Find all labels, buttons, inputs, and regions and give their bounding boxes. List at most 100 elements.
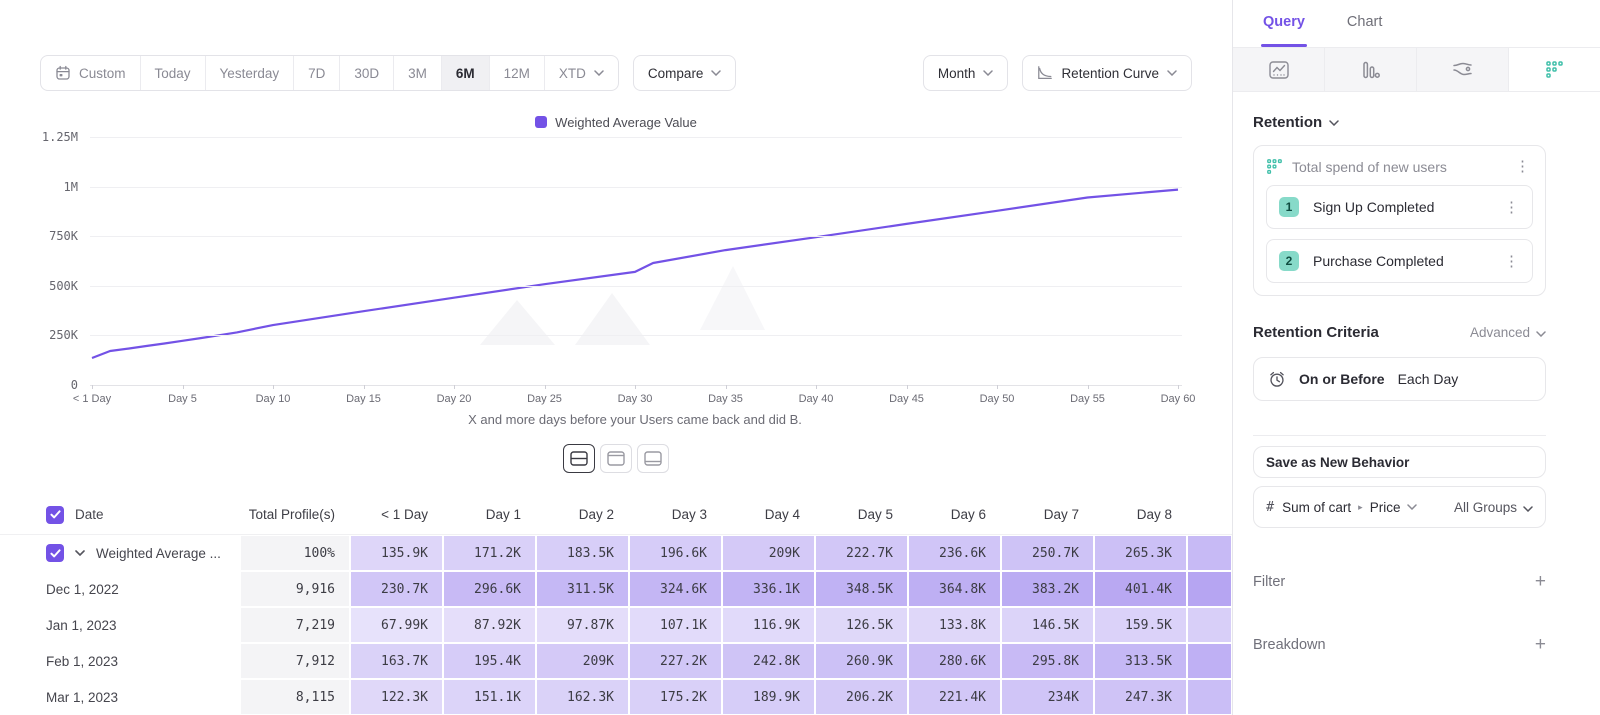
- retention-value-cell[interactable]: 146.5K: [1001, 607, 1094, 643]
- date-row-label[interactable]: Jan 1, 2023: [0, 607, 240, 643]
- property-dropdown[interactable]: Sum of cart ▸ Price: [1282, 500, 1446, 515]
- retention-value-cell[interactable]: 206.2K: [815, 679, 908, 715]
- column-header[interactable]: Day 6: [908, 495, 1001, 534]
- retention-value-cell[interactable]: 401.4K: [1094, 571, 1187, 607]
- retention-value-cell[interactable]: 336.1K: [722, 571, 815, 607]
- retention-value-cell[interactable]: 135.9K: [350, 535, 443, 571]
- add-breakdown-button[interactable]: +: [1535, 635, 1546, 654]
- retention-value-cell-clipped[interactable]: [1187, 607, 1232, 643]
- retention-value-cell[interactable]: 221.4K: [908, 679, 1001, 715]
- advanced-dropdown[interactable]: Advanced: [1470, 325, 1546, 340]
- retention-value-cell[interactable]: 311.5K: [536, 571, 629, 607]
- retention-value-cell[interactable]: 313.5K: [1094, 643, 1187, 679]
- retention-value-cell[interactable]: 209K: [722, 535, 815, 571]
- total-profiles-cell[interactable]: 9,916: [240, 571, 350, 607]
- retention-value-cell[interactable]: 260.9K: [815, 643, 908, 679]
- behavior-title[interactable]: Total spend of new users: [1292, 159, 1503, 175]
- insights-report-tab[interactable]: [1233, 48, 1325, 91]
- retention-report-tab[interactable]: [1509, 48, 1600, 91]
- retention-value-cell[interactable]: 116.9K: [722, 607, 815, 643]
- retention-value-cell[interactable]: 227.2K: [629, 643, 722, 679]
- retention-value-cell[interactable]: 230.7K: [350, 571, 443, 607]
- range-custom-button[interactable]: Custom: [41, 56, 141, 90]
- date-row-label[interactable]: Dec 1, 2022: [0, 571, 240, 607]
- total-profiles-cell[interactable]: 7,912: [240, 643, 350, 679]
- retention-value-cell[interactable]: 364.8K: [908, 571, 1001, 607]
- date-row-label[interactable]: Feb 1, 2023: [0, 643, 240, 679]
- retention-value-cell[interactable]: 324.6K: [629, 571, 722, 607]
- retention-value-cell[interactable]: 159.5K: [1094, 607, 1187, 643]
- expand-chevron-icon[interactable]: [75, 550, 85, 556]
- retention-value-cell[interactable]: 67.99K: [350, 607, 443, 643]
- chart-legend[interactable]: Weighted Average Value: [0, 114, 1232, 130]
- table-view-split-rows-button[interactable]: [563, 444, 595, 473]
- retention-value-cell[interactable]: 126.5K: [815, 607, 908, 643]
- retention-value-cell[interactable]: 195.4K: [443, 643, 536, 679]
- retention-value-cell[interactable]: 87.92K: [443, 607, 536, 643]
- retention-value-cell-clipped[interactable]: [1187, 643, 1232, 679]
- granularity-button[interactable]: Month: [923, 55, 1009, 91]
- column-header[interactable]: Total Profile(s): [240, 495, 350, 534]
- range-yesterday-button[interactable]: Yesterday: [206, 56, 295, 90]
- criteria-condition[interactable]: On or Before Each Day: [1253, 357, 1546, 401]
- chart-type-button[interactable]: Retention Curve: [1022, 55, 1192, 91]
- compare-button[interactable]: Compare: [633, 55, 737, 91]
- behavior-step-1[interactable]: 1Sign Up Completed⋮: [1266, 185, 1533, 229]
- column-header[interactable]: Day 8: [1094, 495, 1187, 534]
- retention-value-cell[interactable]: 247.3K: [1094, 679, 1187, 715]
- retention-value-cell[interactable]: 151.1K: [443, 679, 536, 715]
- column-header[interactable]: Day 5: [815, 495, 908, 534]
- range-12m-button[interactable]: 12M: [490, 56, 545, 90]
- column-header[interactable]: Day 3: [629, 495, 722, 534]
- retention-value-cell[interactable]: 250.7K: [1001, 535, 1094, 571]
- retention-value-cell[interactable]: 234K: [1001, 679, 1094, 715]
- series-row-label[interactable]: Weighted Average ...: [0, 535, 240, 571]
- row-checkbox[interactable]: [46, 544, 64, 562]
- column-header[interactable]: Day 4: [722, 495, 815, 534]
- total-profiles-cell[interactable]: 100%: [240, 535, 350, 571]
- retention-value-cell[interactable]: 242.8K: [722, 643, 815, 679]
- retention-value-cell[interactable]: 295.8K: [1001, 643, 1094, 679]
- retention-value-cell[interactable]: 133.8K: [908, 607, 1001, 643]
- retention-value-cell[interactable]: 236.6K: [908, 535, 1001, 571]
- retention-value-cell[interactable]: 175.2K: [629, 679, 722, 715]
- column-header[interactable]: Date: [0, 495, 240, 534]
- funnels-report-tab[interactable]: [1325, 48, 1417, 91]
- groups-dropdown[interactable]: All Groups: [1454, 500, 1533, 515]
- retention-section-dropdown[interactable]: Retention: [1253, 114, 1546, 131]
- retention-value-cell[interactable]: 171.2K: [443, 535, 536, 571]
- tab-query[interactable]: Query: [1263, 14, 1305, 47]
- range-today-button[interactable]: Today: [141, 56, 206, 90]
- retention-value-cell-clipped[interactable]: [1187, 679, 1232, 715]
- date-row-label[interactable]: Mar 1, 2023: [0, 679, 240, 715]
- retention-value-cell[interactable]: 107.1K: [629, 607, 722, 643]
- retention-value-cell[interactable]: 265.3K: [1094, 535, 1187, 571]
- column-header[interactable]: Day 7: [1001, 495, 1094, 534]
- flows-report-tab[interactable]: [1417, 48, 1509, 91]
- table-view-bottom-band-button[interactable]: [637, 444, 669, 473]
- column-header[interactable]: < 1 Day: [350, 495, 443, 534]
- total-profiles-cell[interactable]: 7,219: [240, 607, 350, 643]
- retention-value-cell[interactable]: 97.87K: [536, 607, 629, 643]
- row-checkbox[interactable]: [46, 506, 64, 524]
- retention-value-cell[interactable]: 163.7K: [350, 643, 443, 679]
- retention-value-cell-clipped[interactable]: [1187, 571, 1232, 607]
- tab-chart[interactable]: Chart: [1347, 14, 1382, 47]
- retention-value-cell[interactable]: 348.5K: [815, 571, 908, 607]
- range-3m-button[interactable]: 3M: [394, 56, 442, 90]
- save-as-new-behavior-button[interactable]: Save as New Behavior: [1253, 446, 1546, 478]
- retention-value-cell[interactable]: 280.6K: [908, 643, 1001, 679]
- behavior-kebab-menu[interactable]: ⋮: [1512, 159, 1533, 174]
- step-kebab-menu[interactable]: ⋮: [1501, 254, 1522, 269]
- range-6m-button[interactable]: 6M: [442, 56, 490, 90]
- retention-value-cell[interactable]: 296.6K: [443, 571, 536, 607]
- retention-value-cell[interactable]: 209K: [536, 643, 629, 679]
- step-kebab-menu[interactable]: ⋮: [1501, 200, 1522, 215]
- retention-value-cell[interactable]: 222.7K: [815, 535, 908, 571]
- retention-value-cell[interactable]: 122.3K: [350, 679, 443, 715]
- total-profiles-cell[interactable]: 8,115: [240, 679, 350, 715]
- retention-value-cell[interactable]: 196.6K: [629, 535, 722, 571]
- column-header[interactable]: Day 2: [536, 495, 629, 534]
- retention-value-cell[interactable]: 189.9K: [722, 679, 815, 715]
- retention-value-cell-clipped[interactable]: [1187, 535, 1232, 571]
